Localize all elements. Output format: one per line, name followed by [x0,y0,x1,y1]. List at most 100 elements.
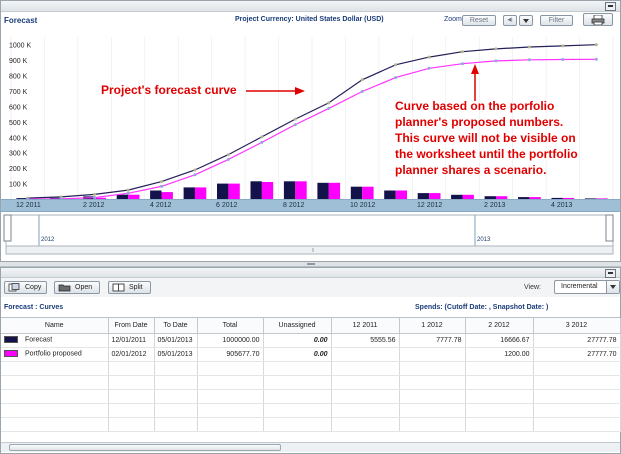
line-point[interactable] [160,184,163,188]
line-point[interactable] [427,66,431,70]
line-point[interactable] [226,153,230,157]
line-point[interactable] [394,76,398,80]
column-header[interactable]: 2 2012 [465,318,534,334]
line-point[interactable] [293,117,297,121]
table-row[interactable]: Portfolio proposed 02/01/2012 05/01/2013… [1,347,621,362]
x-tick-label: 10 2012 [350,202,376,209]
bar-proposed[interactable] [395,190,407,200]
curves-toolbar: Copy Open Split View: Incremental [1,278,620,297]
print-button[interactable] [583,13,613,26]
bar-proposed[interactable] [261,182,274,199]
column-header[interactable]: Name [1,318,109,334]
y-tick-label: 600 K [9,104,28,111]
split-button[interactable]: Split [108,281,151,294]
prev-button[interactable]: ◀| [503,15,517,26]
copy-button[interactable]: Copy [4,281,47,294]
line-point[interactable] [193,173,197,177]
view-label: View: [524,284,541,291]
x-tick-label: 8 2012 [283,202,305,209]
line-point[interactable] [126,188,130,192]
bar-forecast[interactable] [150,190,162,200]
unassigned-cell: 0.00 [263,333,332,348]
line-point[interactable] [327,106,331,110]
column-header[interactable]: Unassigned [263,318,332,334]
maximize-icon[interactable] [605,269,616,278]
bar-proposed[interactable] [295,181,307,199]
month-cell: 5555.56 [331,333,400,348]
table-row[interactable]: Forecast 12/01/2011 05/01/2013 1000000.0… [1,333,621,348]
line-point[interactable] [360,78,364,82]
bar-forecast[interactable] [283,181,296,199]
bar-forecast[interactable] [317,182,329,199]
overview-navigator[interactable]: 2012 2013 [1,212,620,256]
bar-proposed[interactable] [161,192,173,199]
column-header[interactable]: 3 2012 [533,318,621,334]
from-date-cell: 12/01/2011 [108,333,155,348]
line-point[interactable] [427,55,431,59]
line-point[interactable] [494,59,498,63]
annotation-line: planner shares a scenario. [395,163,546,177]
bar-proposed[interactable] [362,186,374,199]
line-point[interactable] [360,90,364,93]
bar-proposed[interactable] [328,182,341,199]
bar-proposed[interactable] [228,183,240,199]
bar-forecast[interactable] [217,183,229,199]
panel-title: Forecast [4,16,38,25]
bar-proposed[interactable] [194,187,207,199]
bar-forecast[interactable] [183,187,195,199]
line-point[interactable] [527,58,531,62]
line-point[interactable] [461,50,464,54]
column-header[interactable]: To Date [154,318,198,334]
line-point[interactable] [193,168,197,172]
y-tick-label: 400 K [9,135,28,142]
line-point[interactable] [226,157,230,161]
line-point[interactable] [160,180,163,184]
line-point[interactable] [93,192,97,196]
column-header[interactable]: From Date [108,318,155,334]
split-icon [112,283,125,292]
scrollbar-thumb[interactable] [9,444,281,451]
line-point[interactable] [461,62,464,66]
column-header[interactable]: Total [197,318,264,334]
month-cell: 1200.00 [465,347,534,362]
line-point[interactable] [594,43,598,47]
line-point[interactable] [394,63,398,67]
month-cell: 27777.70 [533,347,621,362]
line-point[interactable] [293,123,297,127]
dropdown-button[interactable] [519,15,533,26]
maximize-icon[interactable] [605,2,616,11]
bar-forecast[interactable] [350,186,363,199]
reset-button[interactable]: Reset [462,15,496,26]
horizontal-scrollbar[interactable] [1,442,620,452]
view-select[interactable]: Incremental [554,280,620,294]
open-button[interactable]: Open [54,281,100,294]
series-swatch [4,350,18,358]
line-point[interactable] [594,57,598,61]
bar-forecast[interactable] [384,190,396,200]
chevron-down-icon [606,281,619,293]
month-cell: 16666.67 [465,333,534,348]
annotation-line: This curve will not be visible on [395,131,576,145]
line-point[interactable] [260,135,264,139]
line-point[interactable] [527,45,531,49]
month-cell: 27777.78 [533,333,621,348]
filter-button[interactable]: Filter [540,15,573,26]
line-point[interactable] [327,101,331,105]
bar-forecast[interactable] [250,181,262,199]
line-point[interactable] [260,140,264,144]
currency-label: Project Currency: United States Dollar (… [235,16,384,23]
x-tick-label: 12 2012 [417,202,443,209]
column-header[interactable]: 1 2012 [399,318,466,334]
line-point[interactable] [494,47,498,51]
line-point[interactable] [561,44,565,48]
table-row [1,417,621,432]
forecast-chart: 100 K 200 K 300 K 400 K 500 K 600 K 700 K 800 K… [1,31,620,199]
column-header[interactable]: 12 2011 [331,318,400,334]
line-point[interactable] [561,58,565,61]
x-tick-label: 2 2012 [83,202,105,209]
splitter-grip-icon [307,263,315,265]
annotation-line: Curve based on the porfolio [395,99,554,113]
total-cell: 1000000.00 [197,333,264,348]
to-date-cell: 05/01/2013 [154,333,198,348]
line-point[interactable] [126,191,130,195]
